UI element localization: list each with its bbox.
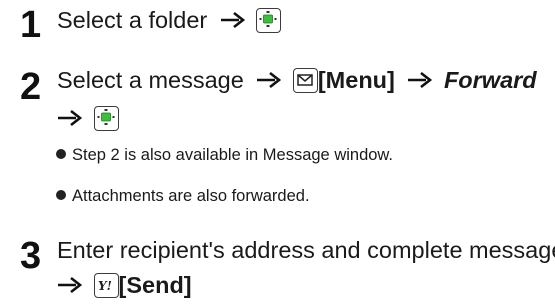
arrow-right-icon — [257, 71, 282, 89]
arrow-right-icon — [58, 276, 83, 294]
step-2-line: Select a message [Menu] Forward — [57, 66, 537, 94]
step-2-line-2 — [57, 104, 119, 132]
step-number: 3 — [20, 235, 42, 277]
step-1-line: Select a folder — [57, 6, 282, 34]
arrow-right-icon — [58, 109, 83, 127]
arrow-right-icon — [220, 11, 245, 29]
center-select-key-icon[interactable] — [256, 8, 282, 33]
step-3-text: Enter recipient's address and complete m… — [57, 237, 555, 263]
forward-label: Forward — [443, 67, 537, 93]
bullet-icon — [56, 149, 66, 159]
yahoo-key-icon[interactable]: Y! — [93, 273, 119, 298]
send-label: [Send] — [118, 272, 192, 298]
step-number: 2 — [20, 66, 42, 108]
step-3-line-2: Y! [Send] — [57, 271, 192, 299]
center-select-key-icon[interactable] — [93, 106, 119, 131]
step-2-text: Select a message — [57, 67, 244, 93]
note-item: Attachments are also forwarded. — [56, 186, 310, 206]
svg-text:Y!: Y! — [98, 279, 112, 293]
step-1-text: Select a folder — [57, 7, 208, 33]
step-number: 1 — [20, 4, 42, 46]
note-item: Step 2 is also available in Message wind… — [56, 145, 393, 165]
arrow-right-icon — [408, 71, 433, 89]
bullet-icon — [56, 190, 66, 200]
mail-key-icon[interactable] — [292, 68, 318, 93]
menu-label: [Menu] — [317, 67, 395, 93]
